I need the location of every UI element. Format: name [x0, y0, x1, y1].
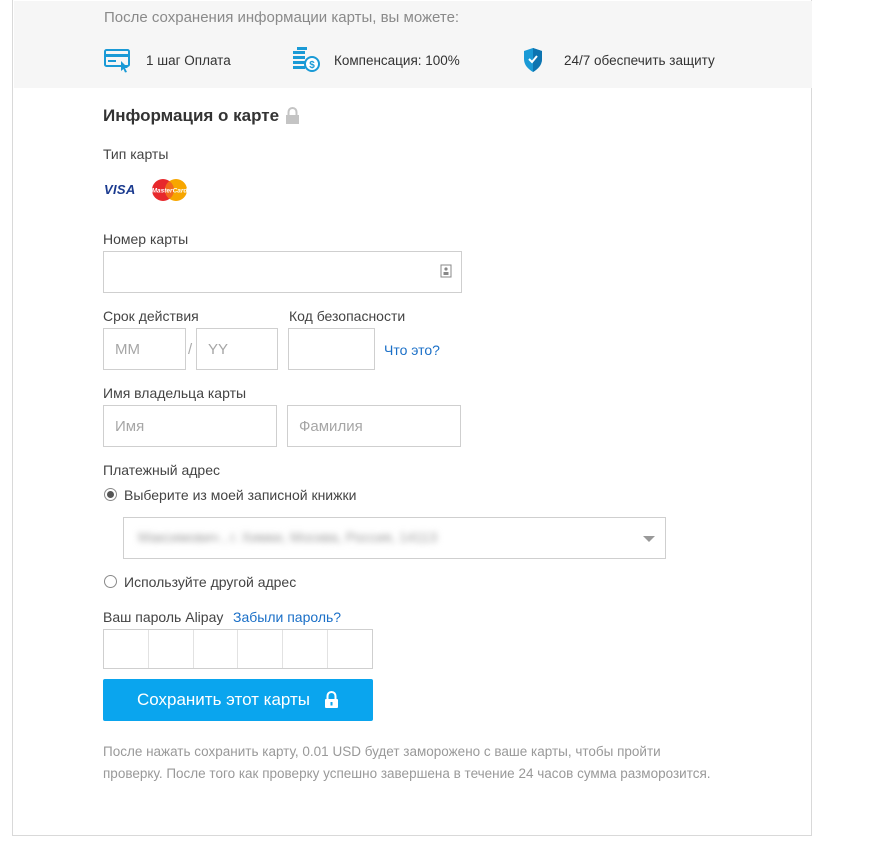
save-card-button[interactable]: Сохранить этот карты: [103, 679, 373, 721]
card-number-label: Номер карты: [103, 231, 189, 247]
password-digit-cell[interactable]: [149, 630, 194, 668]
cardholder-label: Имя владельца карты: [103, 385, 247, 401]
cvv-label: Код безопасности: [289, 308, 406, 324]
card-type-label: Тип карты: [103, 146, 169, 162]
lock-icon: [324, 690, 339, 709]
svg-text:$: $: [309, 60, 315, 71]
expiry-month-input[interactable]: [103, 328, 186, 370]
password-digit-cell[interactable]: [283, 630, 329, 668]
radio-other-address[interactable]: [104, 575, 117, 588]
card-autofill-icon[interactable]: [440, 264, 452, 278]
password-digit-cell[interactable]: [104, 630, 149, 668]
benefit-one-step-payment: 1 шаг Оплата: [104, 47, 231, 73]
verification-note: После нажать сохранить карту, 0.01 USD б…: [103, 744, 711, 781]
chevron-down-icon[interactable]: [643, 536, 655, 542]
alipay-password-input[interactable]: [103, 629, 373, 669]
credit-card-icon: [104, 47, 132, 73]
benefit-label: Компенсация: 100%: [334, 52, 460, 68]
benefit-compensation: $ Компенсация: 100%: [292, 47, 460, 73]
last-name-input[interactable]: [287, 405, 461, 447]
selected-address-text: Максимович , г. Химки, Москва, Россия, 1…: [138, 529, 438, 545]
card-info-title: Информация о карте: [103, 106, 300, 126]
benefits-banner: После сохранения информации карты, вы мо…: [14, 1, 812, 88]
expiry-label: Срок действия: [103, 308, 199, 324]
radio-address-book-label[interactable]: Выберите из моей записной книжки: [124, 487, 356, 503]
address-select[interactable]: Максимович , г. Химки, Москва, Россия, 1…: [123, 517, 666, 559]
mastercard-wordmark: MasterCard: [152, 188, 189, 195]
radio-other-address-label[interactable]: Используйте другой адрес: [124, 574, 296, 590]
cvv-help-link[interactable]: Что это?: [384, 342, 440, 358]
coins-dollar-icon: $: [292, 47, 320, 73]
banner-intro-text: После сохранения информации карты, вы мо…: [104, 9, 460, 26]
password-digit-cell[interactable]: [194, 630, 239, 668]
expiry-separator: /: [188, 341, 193, 358]
benefit-label: 24/7 обеспечить защиту: [564, 52, 715, 68]
visa-logo[interactable]: VISA: [104, 182, 136, 197]
cvv-input[interactable]: [288, 328, 375, 370]
shield-check-icon: [522, 47, 550, 73]
card-number-input[interactable]: [103, 251, 462, 293]
lock-icon: [285, 106, 300, 125]
radio-address-book[interactable]: [104, 488, 117, 501]
section-title-text: Информация о карте: [103, 106, 280, 125]
expiry-year-input[interactable]: [196, 328, 278, 370]
alipay-password-label: Ваш пароль Alipay: [103, 609, 224, 625]
benefit-label: 1 шаг Оплата: [146, 52, 231, 68]
password-digit-cell[interactable]: [238, 630, 284, 668]
save-button-label: Сохранить этот карты: [136, 690, 311, 709]
benefit-protection: 24/7 обеспечить защиту: [522, 47, 715, 73]
mastercard-logo[interactable]: MasterCard: [150, 177, 190, 203]
billing-address-label: Платежный адрес: [103, 462, 220, 478]
password-digit-cell[interactable]: [328, 630, 372, 668]
forgot-password-link[interactable]: Забыли пароль?: [233, 609, 341, 625]
first-name-input[interactable]: [103, 405, 277, 447]
